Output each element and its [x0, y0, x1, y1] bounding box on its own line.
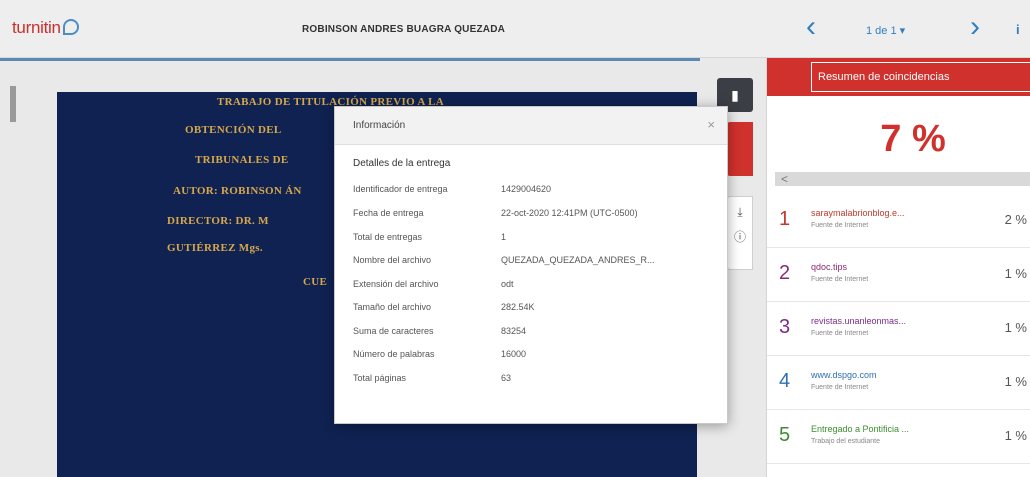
match-source[interactable]: saraymalabrionblog.e... [811, 208, 905, 218]
dialog-title: Información [353, 120, 406, 131]
match-percent: 1 % [1004, 266, 1027, 281]
detail-value: 63 [501, 373, 512, 383]
more-info-button[interactable]: i [1016, 22, 1020, 37]
document-title: ROBINSON ANDRES BUAGRA QUEZADA [302, 24, 506, 35]
detail-value: 83254 [501, 326, 527, 336]
download-icon[interactable]: ⤓ [728, 205, 752, 220]
detail-label: Total de entregas [353, 232, 423, 242]
detail-value: 1429004620 [501, 184, 552, 194]
match-number: 2 [779, 262, 791, 284]
tool-group: ⤓ ⓘ [727, 196, 753, 270]
info-icon[interactable]: ⓘ [728, 228, 752, 245]
detail-label: Suma de caracteres [353, 326, 434, 336]
match-type: Fuente de Internet [811, 276, 869, 283]
detail-label: Fecha de entrega [353, 208, 424, 218]
detail-label: Extensión del archivo [353, 279, 439, 289]
match-item[interactable]: 2 qdoc.tips Fuente de Internet 1 % [767, 248, 1030, 302]
match-overview-panel: Resumen de coincidencias 7 % < 1 sarayma… [766, 58, 1030, 477]
detail-value: 282.54K [501, 302, 535, 312]
match-type: Trabajo del estudiante [811, 438, 881, 445]
match-percent: 1 % [1004, 374, 1027, 389]
chevron-left-icon[interactable]: ‹ [806, 12, 830, 42]
detail-value: QUEZADA_QUEZADA_ANDRES_R... [501, 255, 655, 265]
detail-label: Tamaño del archivo [353, 302, 432, 312]
page-line: TRIBUNALES DE [195, 154, 289, 166]
match-number: 3 [779, 316, 791, 338]
viewer-top-border [0, 58, 700, 61]
match-source[interactable]: www.dspgo.com [811, 370, 877, 380]
turnitin-logo[interactable]: turnitin [12, 18, 79, 38]
chevron-right-icon[interactable]: › [970, 12, 994, 42]
similarity-percent: 7 % [880, 118, 946, 160]
match-number: 5 [779, 424, 791, 446]
page-line: AUTOR: ROBINSON ÁN [173, 185, 302, 197]
match-number: 4 [779, 370, 791, 392]
logo-icon [62, 19, 79, 35]
match-item[interactable]: 4 www.dspgo.com Fuente de Internet 1 % [767, 356, 1030, 410]
match-item[interactable]: 3 revistas.unanleonmas... Fuente de Inte… [767, 302, 1030, 356]
match-source[interactable]: revistas.unanleonmas... [811, 316, 906, 326]
detail-value: 16000 [501, 349, 527, 359]
detail-value: odt [501, 279, 514, 289]
detail-label: Total páginas [353, 373, 407, 383]
page-line: CUE [303, 276, 328, 288]
match-source[interactable]: qdoc.tips [811, 262, 847, 272]
detail-value: 22-oct-2020 12:41PM (UTC-0500) [501, 208, 638, 218]
match-item[interactable]: 1 saraymalabrionblog.e... Fuente de Inte… [767, 194, 1030, 248]
detail-label: Nombre del archivo [353, 255, 432, 265]
filter-tab[interactable] [727, 122, 753, 176]
match-source[interactable]: Entregado a Pontificia ... [811, 424, 909, 434]
detail-label: Número de palabras [353, 349, 435, 359]
page-line: DIRECTOR: DR. M [167, 215, 269, 227]
logo-text: turnitin [12, 18, 61, 37]
page-line: GUTIÉRREZ Mgs. [167, 242, 263, 254]
match-type: Fuente de Internet [811, 384, 869, 391]
match-type: Fuente de Internet [811, 330, 869, 337]
information-dialog: Información × Detalles de la entrega Ide… [334, 106, 728, 424]
match-item[interactable]: 5 Entregado a Pontificia ... Trabajo del… [767, 410, 1030, 464]
match-percent: 1 % [1004, 428, 1027, 443]
match-number: 1 [779, 208, 791, 230]
match-percent: 2 % [1004, 212, 1027, 227]
dialog-header: Información × [335, 107, 727, 145]
section-heading: Detalles de la entrega [353, 158, 451, 169]
match-overview-title[interactable]: Resumen de coincidencias [811, 62, 1030, 92]
page-selector[interactable]: 1 de 1 ▾ [866, 24, 905, 37]
panel-header: Resumen de coincidencias [767, 58, 1030, 96]
detail-label: Identificador de entrega [353, 184, 448, 194]
match-type: Fuente de Internet [811, 222, 869, 229]
match-percent: 1 % [1004, 320, 1027, 335]
page-line: OBTENCIÓN DEL [185, 124, 282, 136]
scrollbar-thumb[interactable] [10, 86, 16, 122]
top-bar: turnitin ROBINSON ANDRES BUAGRA QUEZADA … [0, 0, 1030, 58]
close-icon[interactable]: × [707, 117, 715, 132]
detail-value: 1 [501, 232, 507, 242]
back-button[interactable]: < [775, 172, 1030, 186]
